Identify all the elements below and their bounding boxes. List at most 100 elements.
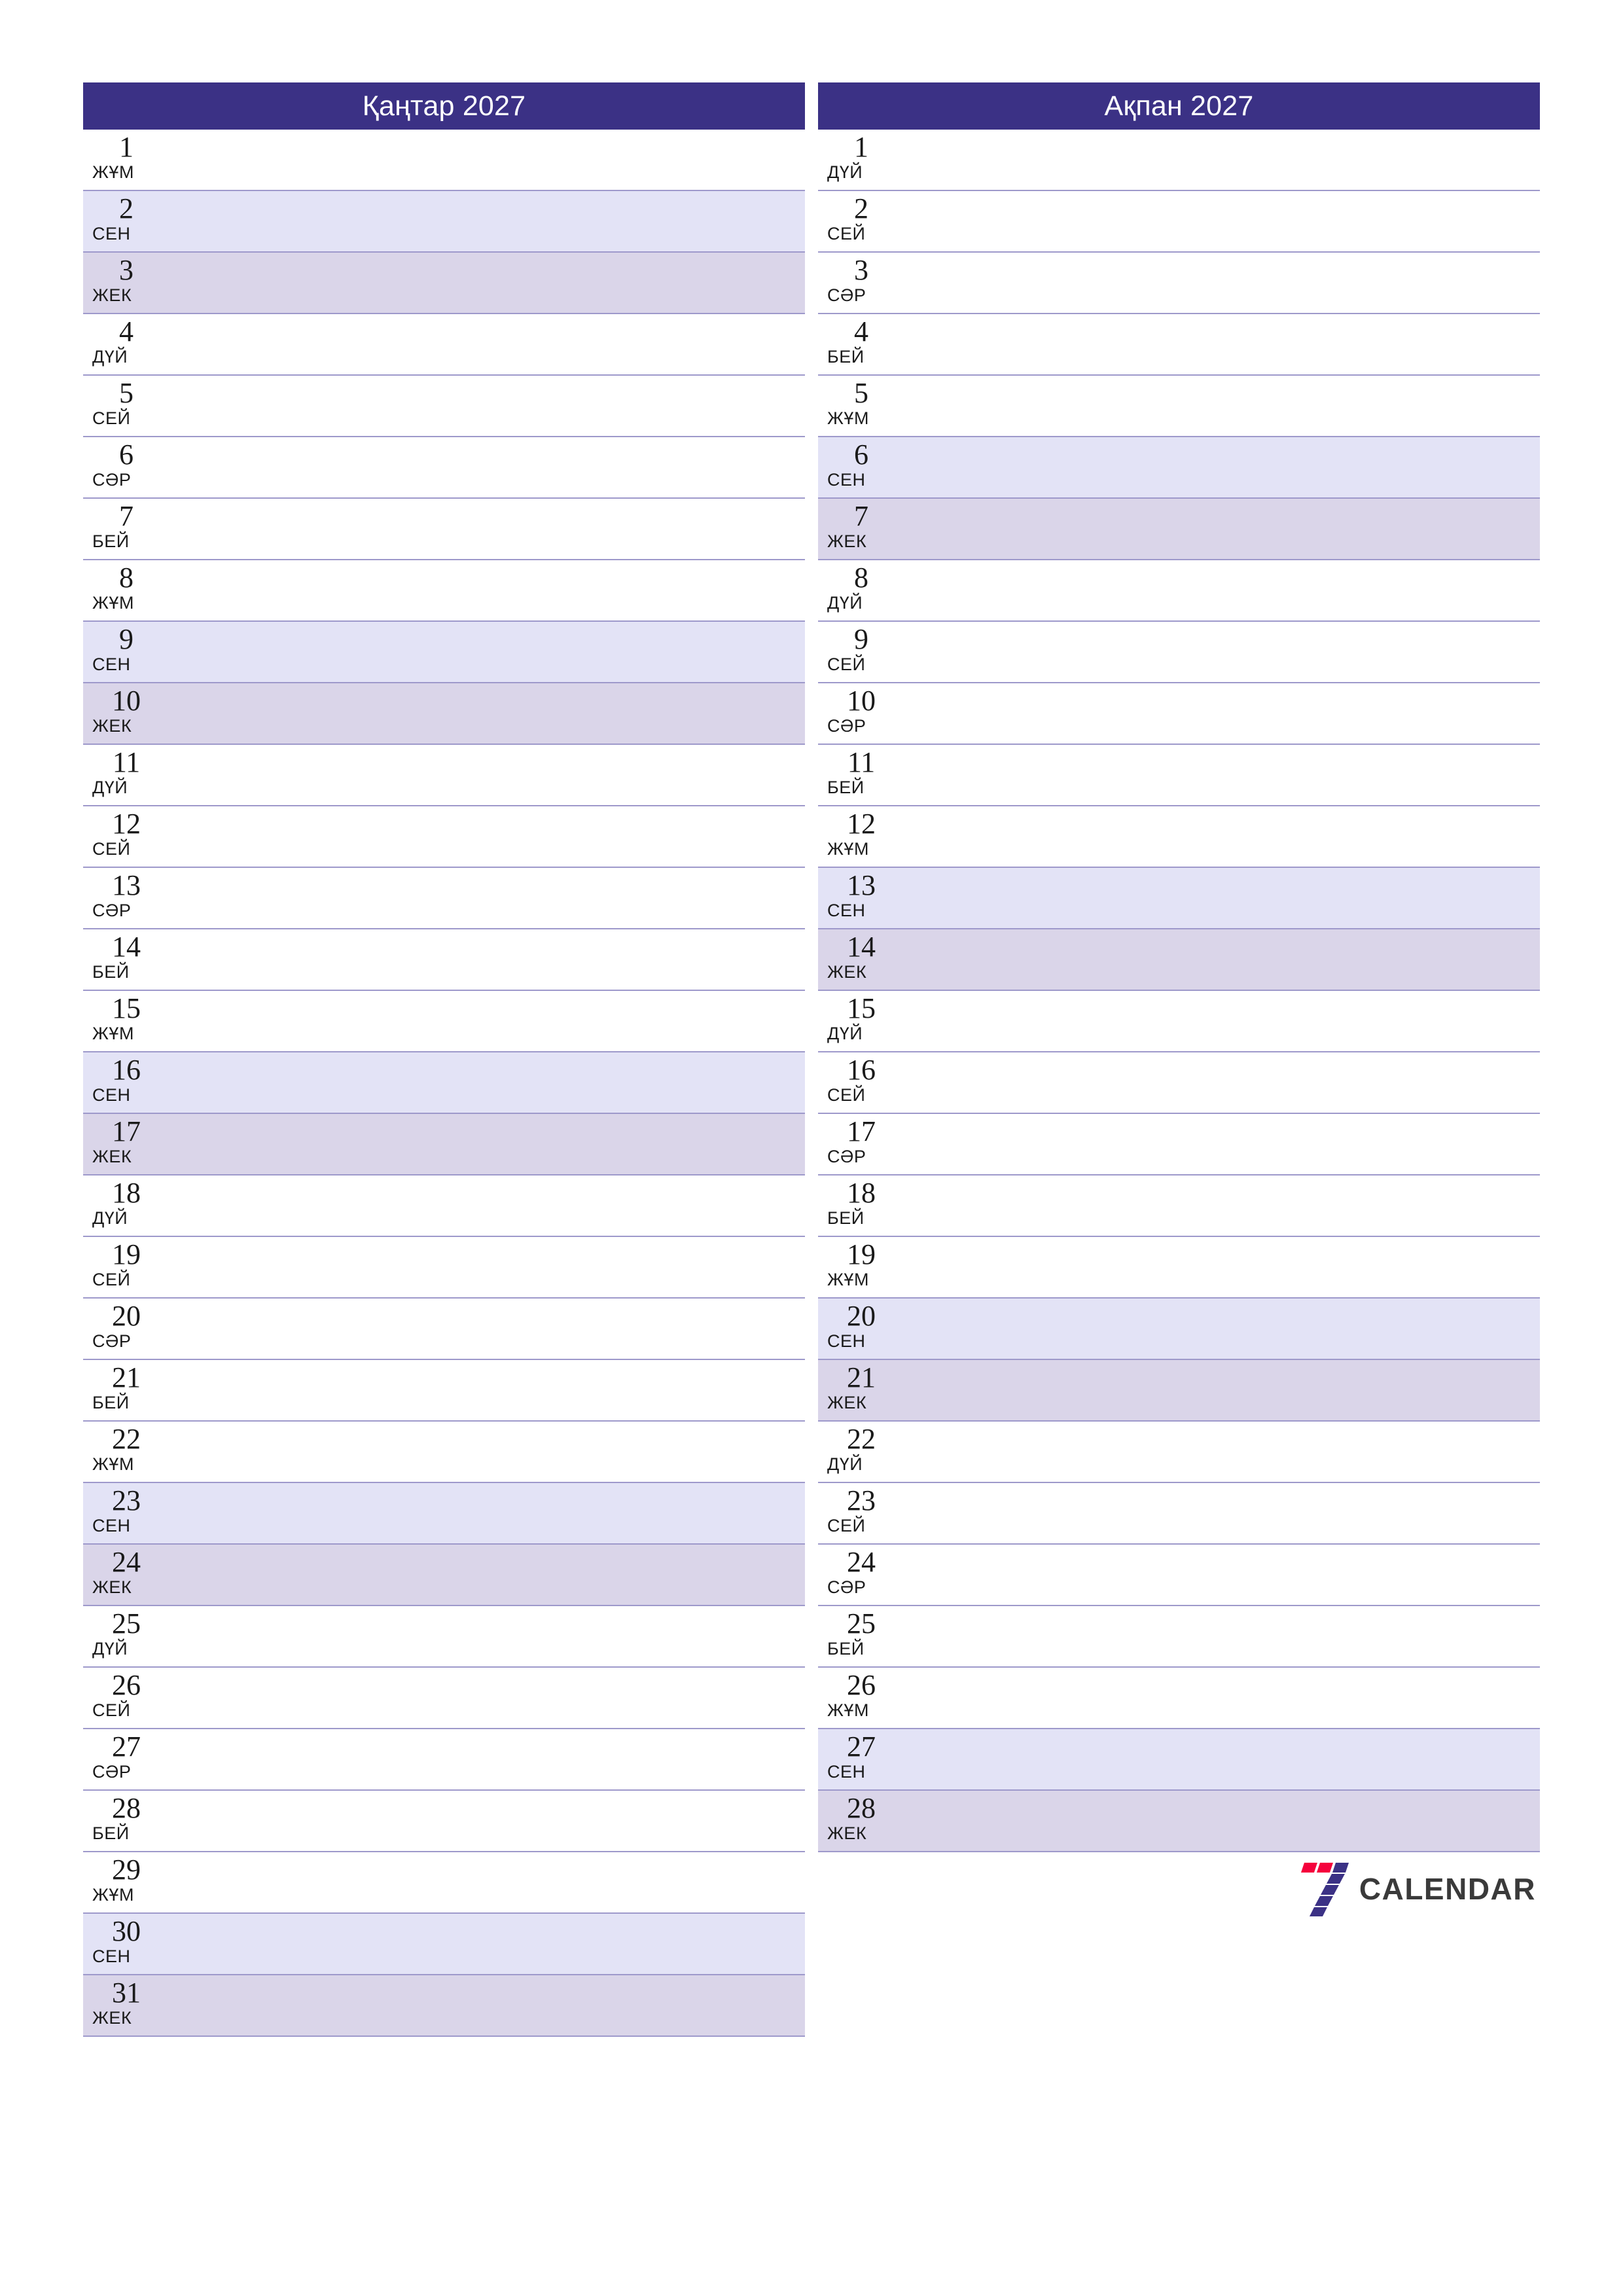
day-weekday-label: ДҮЙ (827, 1024, 863, 1043)
day-row[interactable]: 26 ЖҰМ (818, 1668, 1540, 1729)
day-row[interactable]: 14 БЕЙ (83, 929, 805, 991)
day-weekday-label: ДҮЙ (827, 1454, 863, 1474)
month-title-february: Ақпан 2027 (1104, 90, 1254, 122)
day-row[interactable]: 1 ДҮЙ (818, 130, 1540, 191)
day-number: 15 (112, 992, 141, 1024)
day-row[interactable]: 29 ЖҰМ (83, 1852, 805, 1914)
day-number: 11 (847, 746, 876, 778)
day-row[interactable]: 18 БЕЙ (818, 1175, 1540, 1237)
day-number: 20 (112, 1300, 141, 1332)
brand-logo: CALENDAR (1298, 1861, 1536, 1916)
day-row[interactable]: 19 СЕЙ (83, 1237, 805, 1299)
day-row[interactable]: 17 СӘР (818, 1114, 1540, 1175)
day-weekday-label: СЕН (827, 1331, 866, 1351)
day-row[interactable]: 22 ДҮЙ (818, 1422, 1540, 1483)
day-row[interactable]: 5 ЖҰМ (818, 376, 1540, 437)
day-row[interactable]: 23 СЕЙ (818, 1483, 1540, 1545)
day-number: 1 (119, 131, 134, 163)
day-row[interactable]: 13 СЕН (818, 868, 1540, 929)
calendar-page: Қаңтар 2027 1 ЖҰМ 2 СЕН 3 ЖЕК 4 ДҮЙ 5 СЕЙ 6 СӘР 7 БЕЙ… (0, 0, 1623, 2296)
day-row[interactable]: 8 ЖҰМ (83, 560, 805, 622)
day-row[interactable]: 19 ЖҰМ (818, 1237, 1540, 1299)
day-row[interactable]: 11 ДҮЙ (83, 745, 805, 806)
day-row[interactable]: 20 СӘР (83, 1299, 805, 1360)
day-weekday-label: СЕН (827, 901, 866, 920)
day-row[interactable]: 3 ЖЕК (83, 253, 805, 314)
day-weekday-label: СӘР (827, 285, 866, 305)
day-row[interactable]: 21 БЕЙ (83, 1360, 805, 1422)
day-row[interactable]: 26 СЕЙ (83, 1668, 805, 1729)
day-row[interactable]: 14 ЖЕК (818, 929, 1540, 991)
day-weekday-label: ЖЕК (92, 1577, 132, 1597)
day-row[interactable]: 10 ЖЕК (83, 683, 805, 745)
day-weekday-label: СЕН (92, 224, 131, 243)
day-weekday-label: БЕЙ (92, 1393, 130, 1412)
day-row[interactable]: 15 ДҮЙ (818, 991, 1540, 1052)
day-row[interactable]: 2 СЕН (83, 191, 805, 253)
day-row[interactable]: 17 ЖЕК (83, 1114, 805, 1175)
day-number: 8 (854, 562, 868, 594)
day-number: 2 (854, 192, 868, 224)
day-row[interactable]: 27 СӘР (83, 1729, 805, 1791)
day-number: 10 (847, 685, 876, 717)
day-row[interactable]: 23 СЕН (83, 1483, 805, 1545)
day-row[interactable]: 3 СӘР (818, 253, 1540, 314)
day-row[interactable]: 4 ДҮЙ (83, 314, 805, 376)
day-weekday-label: БЕЙ (92, 962, 130, 982)
day-row[interactable]: 11 БЕЙ (818, 745, 1540, 806)
month-column-january: Қаңтар 2027 1 ЖҰМ 2 СЕН 3 ЖЕК 4 ДҮЙ 5 СЕЙ 6 СӘР 7 БЕЙ… (83, 82, 805, 2037)
day-row[interactable]: 20 СЕН (818, 1299, 1540, 1360)
day-number: 28 (112, 1792, 141, 1824)
day-weekday-label: СӘР (827, 1577, 866, 1597)
day-weekday-label: СЕЙ (92, 1700, 131, 1720)
day-weekday-label: БЕЙ (827, 1639, 865, 1659)
day-row[interactable]: 5 СЕЙ (83, 376, 805, 437)
day-weekday-label: БЕЙ (827, 778, 865, 797)
day-weekday-label: СЕЙ (827, 1516, 866, 1535)
day-number: 13 (112, 869, 141, 901)
day-row[interactable]: 28 БЕЙ (83, 1791, 805, 1852)
day-row[interactable]: 1 ЖҰМ (83, 130, 805, 191)
day-weekday-label: СӘР (92, 1331, 132, 1351)
day-row[interactable]: 22 ЖҰМ (83, 1422, 805, 1483)
day-row[interactable]: 18 ДҮЙ (83, 1175, 805, 1237)
day-row[interactable]: 28 ЖЕК (818, 1791, 1540, 1852)
day-row[interactable]: 6 СЕН (818, 437, 1540, 499)
day-row[interactable]: 15 ЖҰМ (83, 991, 805, 1052)
day-row[interactable]: 16 СЕН (83, 1052, 805, 1114)
day-number: 5 (119, 377, 134, 409)
day-row[interactable]: 6 СӘР (83, 437, 805, 499)
day-weekday-label: СӘР (827, 1147, 866, 1166)
day-row[interactable]: 9 СЕЙ (818, 622, 1540, 683)
day-row[interactable]: 25 БЕЙ (818, 1606, 1540, 1668)
day-row[interactable]: 31 ЖЕК (83, 1975, 805, 2037)
day-number: 15 (847, 992, 876, 1024)
day-row[interactable]: 8 ДҮЙ (818, 560, 1540, 622)
day-number: 27 (847, 1731, 876, 1763)
day-row[interactable]: 7 ЖЕК (818, 499, 1540, 560)
day-weekday-label: ДҮЙ (92, 1639, 128, 1659)
day-row[interactable]: 27 СЕН (818, 1729, 1540, 1791)
day-row[interactable]: 10 СӘР (818, 683, 1540, 745)
brand-logo-wordmark: CALENDAR (1359, 1872, 1536, 1906)
day-row[interactable]: 9 СЕН (83, 622, 805, 683)
day-row[interactable]: 4 БЕЙ (818, 314, 1540, 376)
day-row[interactable]: 16 СЕЙ (818, 1052, 1540, 1114)
day-row[interactable]: 21 ЖЕК (818, 1360, 1540, 1422)
day-weekday-label: СЕЙ (92, 1270, 131, 1289)
day-weekday-label: СӘР (827, 716, 866, 736)
day-weekday-label: ЖЕК (92, 2008, 132, 2028)
day-row[interactable]: 13 СӘР (83, 868, 805, 929)
day-row[interactable]: 25 ДҮЙ (83, 1606, 805, 1668)
day-weekday-label: СӘР (92, 1762, 132, 1782)
day-row[interactable]: 30 СЕН (83, 1914, 805, 1975)
day-row[interactable]: 7 БЕЙ (83, 499, 805, 560)
day-row[interactable]: 12 ЖҰМ (818, 806, 1540, 868)
day-number: 2 (119, 192, 134, 224)
day-row[interactable]: 24 ЖЕК (83, 1545, 805, 1606)
day-weekday-label: ЖЕК (827, 1393, 867, 1412)
day-row[interactable]: 24 СӘР (818, 1545, 1540, 1606)
day-row[interactable]: 12 СЕЙ (83, 806, 805, 868)
day-row[interactable]: 2 СЕЙ (818, 191, 1540, 253)
day-number: 18 (847, 1177, 876, 1209)
